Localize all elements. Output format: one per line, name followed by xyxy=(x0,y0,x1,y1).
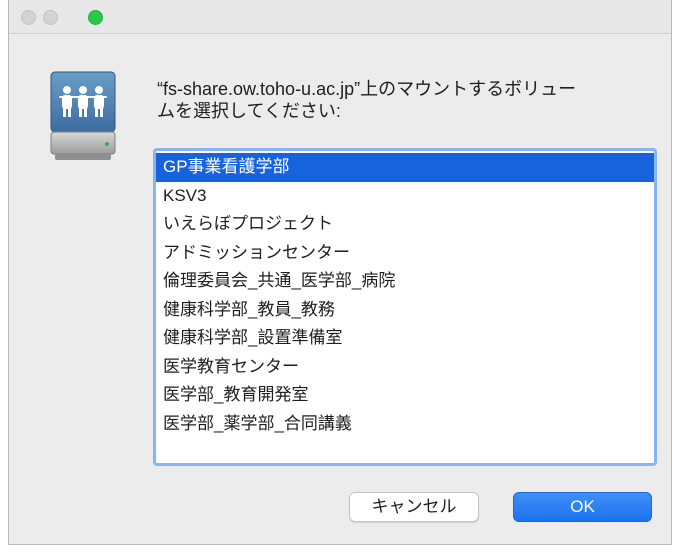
mount-volume-dialog: “fs-share.ow.toho-u.ac.jp”上のマウントするボリュー ム… xyxy=(8,0,672,545)
volume-list-items: GP事業看護学部 KSV3 いえらぼプロジェクト アドミッションセンター 倫理委員会_共… xyxy=(156,153,654,438)
volume-list-item[interactable]: 医学部_教育開発室 xyxy=(156,381,654,410)
network-server-volume-icon xyxy=(50,71,116,160)
zoom-window-button[interactable] xyxy=(88,10,103,25)
ok-button[interactable]: OK xyxy=(513,492,652,522)
dialog-prompt: “fs-share.ow.toho-u.ac.jp”上のマウントするボリュー ム… xyxy=(157,79,577,121)
volume-list-item[interactable]: 医学教育センター xyxy=(156,353,654,382)
title-bar xyxy=(9,0,671,34)
volume-list-item[interactable]: 健康科学部_設置準備室 xyxy=(156,324,654,353)
volume-list-item[interactable]: 医学部_薬学部_合同講義 xyxy=(156,410,654,439)
volume-list[interactable]: GP事業看護学部 KSV3 いえらぼプロジェクト アドミッションセンター 倫理委員会_共… xyxy=(153,148,657,466)
volume-list-item[interactable]: 倫理委員会_共通_医学部_病院 xyxy=(156,267,654,296)
volume-list-item[interactable]: KSV3 xyxy=(156,182,654,211)
volume-list-item[interactable]: アドミッションセンター xyxy=(156,239,654,268)
minimize-window-button[interactable] xyxy=(43,10,58,25)
volume-list-item[interactable]: 健康科学部_教員_教務 xyxy=(156,296,654,325)
volume-list-item[interactable]: いえらぼプロジェクト xyxy=(156,210,654,239)
close-window-button[interactable] xyxy=(21,10,36,25)
cancel-button[interactable]: キャンセル xyxy=(349,492,479,522)
volume-list-item[interactable]: GP事業看護学部 xyxy=(156,153,654,182)
